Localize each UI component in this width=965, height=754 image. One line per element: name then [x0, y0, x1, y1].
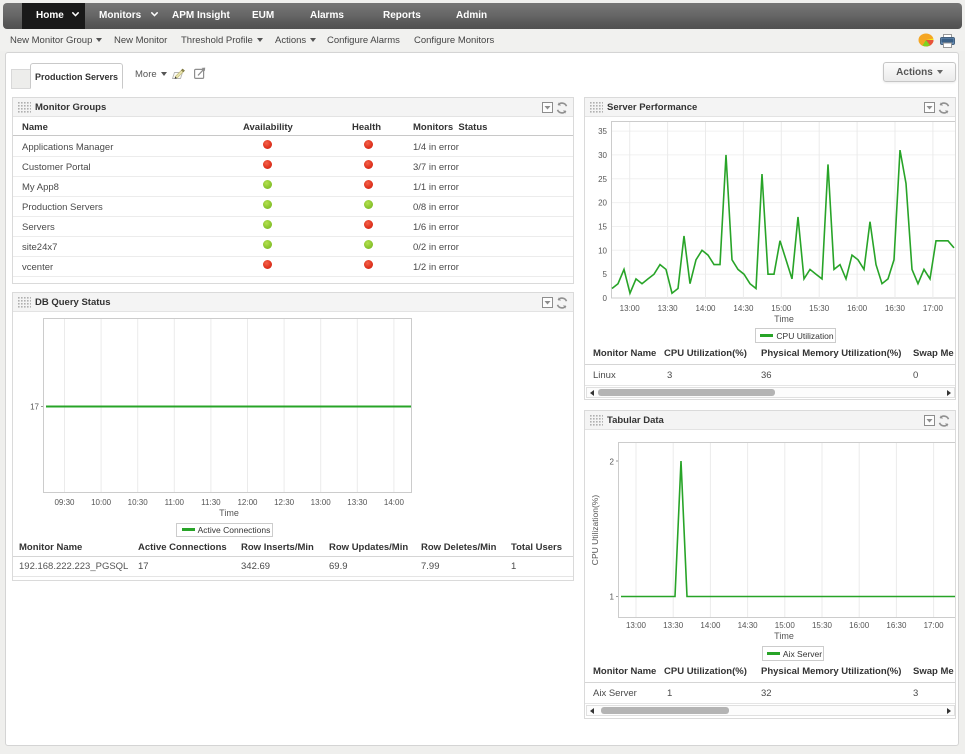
svg-text:13:00: 13:00	[311, 498, 332, 507]
svg-text:0: 0	[603, 294, 608, 303]
svg-text:13:00: 13:00	[626, 621, 647, 630]
svg-text:15:30: 15:30	[812, 621, 833, 630]
svg-text:25: 25	[598, 175, 607, 184]
svg-text:14:30: 14:30	[738, 621, 759, 630]
svg-text:13:30: 13:30	[347, 498, 368, 507]
svg-text:14:00: 14:00	[384, 498, 405, 507]
svg-text:11:30: 11:30	[201, 498, 221, 507]
svg-text:11:00: 11:00	[165, 498, 185, 507]
svg-text:CPU Utilization(%): CPU Utilization(%)	[590, 495, 600, 566]
svg-text:5: 5	[603, 270, 608, 279]
svg-text:13:30: 13:30	[658, 304, 679, 313]
svg-text:Time: Time	[774, 631, 794, 641]
svg-text:15: 15	[598, 223, 607, 232]
svg-text:16:00: 16:00	[847, 304, 868, 313]
svg-text:09:30: 09:30	[54, 498, 75, 507]
svg-text:16:00: 16:00	[849, 621, 870, 630]
svg-text:15:30: 15:30	[809, 304, 830, 313]
svg-text:Time: Time	[219, 508, 239, 518]
svg-text:Time: Time	[774, 314, 794, 324]
svg-text:16:30: 16:30	[885, 304, 906, 313]
svg-text:15:00: 15:00	[771, 304, 792, 313]
svg-text:1: 1	[610, 593, 615, 602]
svg-text:10: 10	[598, 246, 607, 255]
svg-text:10:00: 10:00	[91, 498, 112, 507]
svg-text:13:30: 13:30	[663, 621, 684, 630]
svg-text:17:00: 17:00	[924, 621, 945, 630]
svg-text:20: 20	[598, 199, 607, 208]
svg-text:10:30: 10:30	[128, 498, 149, 507]
svg-text:30: 30	[598, 151, 607, 160]
svg-text:17: 17	[30, 403, 39, 412]
svg-text:14:00: 14:00	[695, 304, 716, 313]
svg-text:15:00: 15:00	[775, 621, 796, 630]
svg-text:17:00: 17:00	[923, 304, 944, 313]
svg-text:2: 2	[610, 458, 615, 467]
svg-text:12:00: 12:00	[237, 498, 258, 507]
svg-text:14:30: 14:30	[733, 304, 754, 313]
svg-text:14:00: 14:00	[700, 621, 721, 630]
svg-text:12:30: 12:30	[274, 498, 295, 507]
svg-text:35: 35	[598, 127, 607, 136]
svg-text:13:00: 13:00	[620, 304, 641, 313]
svg-text:16:30: 16:30	[886, 621, 907, 630]
